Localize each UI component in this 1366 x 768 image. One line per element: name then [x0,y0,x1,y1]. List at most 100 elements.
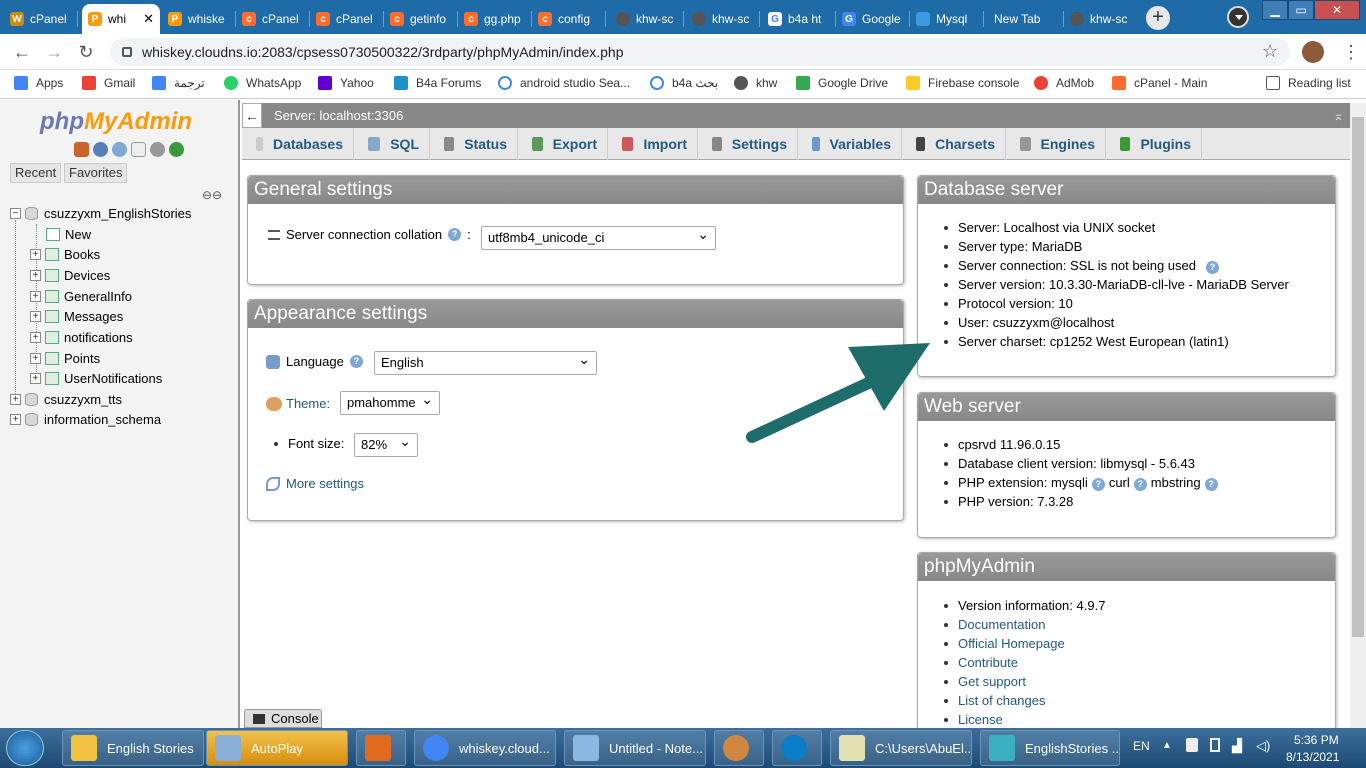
bookmark-gmail[interactable]: Gmail [82,76,135,90]
tree-new-table[interactable]: New [46,224,91,244]
bookmark-firebase[interactable]: Firebase console [906,76,1019,90]
docs-icon[interactable] [131,142,146,157]
console-toggle[interactable]: Console [244,709,322,728]
bookmark-yahoo[interactable]: Yahoo [318,76,374,90]
taskbar-item[interactable]: English Stories [62,730,204,766]
bookmark-khw[interactable]: khw [734,76,777,90]
recent-tab[interactable]: Recent [10,163,62,183]
contribute-link[interactable]: Contribute [944,653,1105,672]
start-button[interactable] [6,730,44,766]
clock-time[interactable]: 5:36 PM [1294,733,1339,747]
collapse-nav-button[interactable]: ← [242,103,262,128]
reading-list[interactable]: Reading list [1266,76,1351,90]
profile-avatar[interactable] [1302,41,1324,63]
browser-tab[interactable]: c config [532,4,606,34]
minimize-button[interactable]: ▁ [1262,0,1288,20]
reload-icon[interactable]: ↻ [76,42,96,62]
browser-tab[interactable]: khw-sc [610,4,684,34]
battery-icon[interactable] [1210,738,1220,752]
taskbar-item[interactable]: EnglishStories ... [980,730,1120,766]
close-window-button[interactable]: ✕ [1314,0,1360,20]
fontsize-select[interactable]: 82% [354,430,418,457]
page-scrollbar[interactable] [1350,103,1366,728]
tree-db-expanded[interactable]: − csuzzyxm_EnglishStories [10,203,191,223]
help-icon[interactable]: ? [448,228,462,241]
maximize-button[interactable]: ▭ [1288,0,1314,20]
tab-search-icon[interactable] [1227,6,1249,28]
official-homepage-link[interactable]: Official Homepage [944,634,1105,653]
bookmark-android-studio[interactable]: android studio Sea... [498,76,630,90]
close-tab-icon[interactable]: ✕ [143,11,154,27]
taskbar-item[interactable] [714,730,764,766]
browser-tab[interactable]: Gb4a ht [762,4,836,34]
bookmark-cpanel-main[interactable]: cPanel - Main [1112,76,1207,90]
expand-icon[interactable]: + [30,310,41,322]
browser-tab[interactable]: WcPanel [4,4,78,34]
collation-select[interactable]: utf8mb4_unicode_ci [481,223,716,250]
browser-tab[interactable]: c gg.php [458,4,532,34]
clock-date[interactable]: 8/13/2021 [1286,750,1339,764]
tree-table[interactable]: + Messages [30,306,123,326]
bookmark-admob[interactable]: AdMob [1034,76,1094,90]
browser-tab-active[interactable]: Pwhi ✕ [82,4,160,34]
expand-icon[interactable]: + [30,248,41,260]
language-select[interactable]: English [374,348,597,375]
bookmark-b4a-forums[interactable]: B4a Forums [394,76,481,90]
taskbar-item[interactable] [772,730,822,766]
taskbar-item[interactable]: whiskey.cloud... [414,730,556,766]
tab-variables[interactable]: Variables [798,128,902,160]
logout-icon[interactable] [93,142,108,157]
browser-tab[interactable]: Pwhiske [162,4,236,34]
browser-tab[interactable]: c getinfo [384,4,458,34]
tab-databases[interactable]: Databases [242,128,354,160]
license-link[interactable]: License [944,710,1105,729]
tab-charsets[interactable]: Charsets [902,128,1006,160]
tree-table[interactable]: + Books [30,244,100,264]
tree-table[interactable]: + Points [30,348,100,368]
taskbar-item[interactable]: Untitled - Note... [564,730,706,766]
favorites-tab[interactable]: Favorites [64,163,128,183]
browser-tab[interactable]: New Tab [984,4,1064,34]
tab-plugins[interactable]: Plugins [1106,128,1202,160]
tree-table[interactable]: + notifications [30,327,133,347]
help-icon[interactable]: ? [1091,478,1105,491]
documentation-link[interactable]: Documentation [944,615,1105,634]
language-indicator[interactable]: EN [1133,739,1150,753]
phpmyadmin-logo[interactable]: phpMyAdmin [40,108,192,136]
list-of-changes-link[interactable]: List of changes [944,691,1105,710]
bookmark-translate[interactable]: ترجمة [152,76,205,90]
network-icon[interactable]: ▟ [1232,738,1242,754]
bookmark-google-drive[interactable]: Google Drive [796,76,888,90]
expand-icon[interactable]: + [30,372,41,384]
home-icon[interactable] [74,142,89,157]
chrome-menu-icon[interactable]: ⋮ [1342,42,1360,63]
get-support-link[interactable]: Get support [944,672,1105,691]
browser-tab[interactable]: Mysql [910,4,984,34]
expand-icon[interactable]: + [10,393,21,405]
tab-settings[interactable]: Settings [698,128,798,160]
tree-table[interactable]: + Devices [30,265,110,285]
help-icon[interactable]: ? [349,355,363,368]
url-bar[interactable]: whiskey.cloudns.io:2083/cpsess0730500322… [110,38,1290,66]
tab-export[interactable]: Export [518,128,608,160]
collapse-icon[interactable]: − [10,207,21,219]
link-icon[interactable]: ⊖⊖ [202,188,222,202]
bookmark-apps[interactable]: Apps [14,76,63,90]
bookmark-b4a-search[interactable]: b4a بحث [650,76,718,90]
help-icon[interactable]: ? [1204,478,1218,491]
taskbar-item[interactable]: C:\Users\AbuEl... [830,730,972,766]
browser-tab[interactable]: c cPanel [236,4,310,34]
tab-status[interactable]: Status [430,128,518,160]
browser-tab[interactable]: khw-sc [686,4,760,34]
server-breadcrumb[interactable]: Server: localhost:3306 [274,103,403,128]
help-icon[interactable]: ? [1206,261,1219,274]
gear-icon[interactable] [150,142,165,157]
volume-icon[interactable]: ◁) [1256,738,1270,754]
tree-table[interactable]: + UserNotifications [30,368,162,388]
more-settings-link[interactable]: More settings [286,476,364,491]
theme-select[interactable]: pmahomme [340,388,440,415]
taskbar-item[interactable] [356,730,406,766]
bookmark-whatsapp[interactable]: WhatsApp [224,76,301,90]
browser-tab[interactable]: c cPanel [310,4,384,34]
tree-db[interactable]: + csuzzyxm_tts [10,389,122,409]
